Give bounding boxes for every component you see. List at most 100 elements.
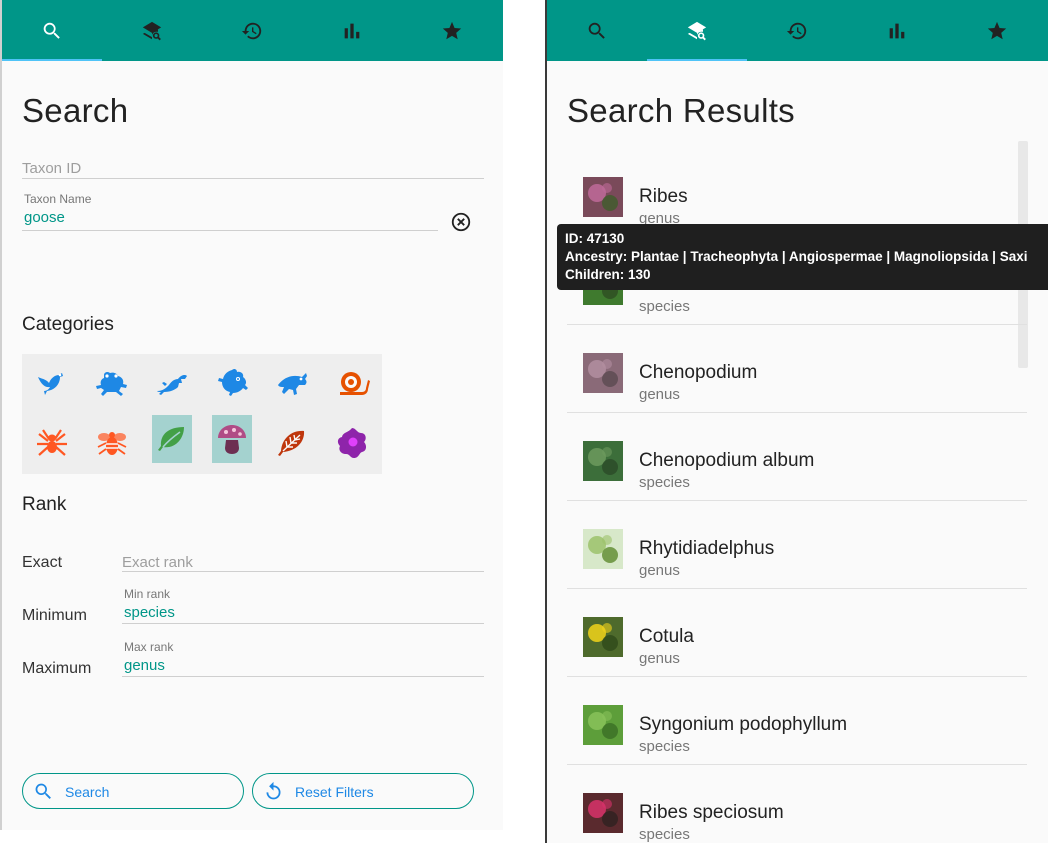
tooltip-id: ID: 47130	[565, 231, 625, 246]
search-icon	[588, 22, 605, 39]
result-item[interactable]: Syngonium podophyllum species	[567, 677, 1027, 765]
layered-search-icon	[687, 21, 707, 40]
layered-search-icon	[142, 21, 162, 40]
taxon-thumbnail	[583, 353, 623, 393]
spider-icon	[37, 429, 67, 456]
result-rank: species	[639, 738, 690, 755]
tab-search-results[interactable]	[102, 0, 202, 61]
taxon-id-underline	[22, 178, 484, 179]
tab-search[interactable]	[2, 0, 102, 61]
tab-favorites[interactable]	[947, 0, 1047, 61]
category-mammals[interactable]	[212, 359, 252, 407]
min-rank-label: Minimum	[22, 607, 87, 624]
result-rank: genus	[639, 386, 680, 403]
exact-rank-label: Exact	[22, 554, 63, 571]
history-icon	[786, 22, 807, 39]
category-grid	[22, 354, 382, 474]
taxon-thumbnail	[583, 705, 623, 745]
result-rank: genus	[639, 650, 680, 667]
category-mollusks[interactable]	[332, 359, 372, 407]
taxon-name-underline	[22, 230, 438, 231]
result-name: Chenopodium	[639, 362, 758, 383]
category-arachnids[interactable]	[32, 419, 72, 467]
tab-bar	[2, 0, 503, 61]
max-rank-field-label: Max rank	[124, 640, 174, 654]
frog-icon	[96, 371, 127, 396]
result-name: Ribes	[639, 186, 688, 207]
result-item[interactable]: Ribes speciosum species	[567, 765, 1027, 843]
reset-filters-button[interactable]: Reset Filters	[252, 773, 474, 809]
page-title: Search	[22, 92, 129, 129]
taxon-name-field[interactable]: Taxon Name goose	[22, 192, 438, 232]
categories-heading: Categories	[22, 314, 114, 335]
taxon-name-label: Taxon Name	[24, 192, 92, 206]
category-plants[interactable]	[152, 415, 192, 463]
category-amphibians[interactable]	[92, 359, 132, 407]
result-name: Syngonium podophyllum	[639, 714, 848, 735]
tab-statistics[interactable]	[847, 0, 947, 61]
category-chromista[interactable]	[272, 419, 312, 467]
tab-statistics[interactable]	[302, 0, 402, 61]
tab-favorites[interactable]	[402, 0, 502, 61]
page-title: Search Results	[567, 92, 795, 129]
history-icon	[241, 22, 262, 39]
category-insects[interactable]	[92, 419, 132, 467]
bar-chart-icon	[344, 23, 360, 38]
kelp-icon	[278, 430, 305, 456]
result-rank: genus	[639, 562, 680, 579]
exact-rank-field[interactable]: Exact rank	[122, 552, 484, 574]
min-rank-underline	[122, 623, 484, 624]
screen-gap	[503, 0, 545, 843]
reset-icon	[266, 781, 281, 800]
amoeba-icon	[337, 428, 367, 458]
result-name: Chenopodium album	[639, 450, 815, 471]
clear-taxon-name-button[interactable]	[450, 211, 472, 233]
search-screen: Search Taxon ID Taxon Name goose Categor…	[0, 0, 503, 830]
min-rank-value: species	[124, 604, 175, 621]
result-item[interactable]: Chenopodium genus	[567, 325, 1027, 413]
result-rank: species	[639, 298, 690, 315]
min-rank-field[interactable]: Min rank species	[122, 587, 484, 627]
reset-filters-label: Reset Filters	[295, 784, 374, 800]
mushroom-icon	[218, 425, 246, 454]
tab-search-results[interactable]	[647, 0, 747, 61]
result-item[interactable]: Cotula genus	[567, 589, 1027, 677]
search-button[interactable]: Search	[22, 773, 244, 809]
exact-rank-underline	[122, 571, 484, 572]
category-fungi[interactable]	[212, 415, 252, 463]
search-button-label: Search	[65, 784, 110, 800]
taxon-id-field[interactable]: Taxon ID	[22, 158, 484, 180]
taxon-thumbnail	[583, 441, 623, 481]
search-icon	[43, 22, 60, 39]
max-rank-label: Maximum	[22, 660, 92, 677]
max-rank-field[interactable]: Max rank genus	[122, 640, 484, 680]
tab-bar	[547, 0, 1048, 61]
result-item[interactable]: Chenopodium album species	[567, 413, 1027, 501]
mammal-icon	[218, 368, 248, 396]
category-protozoa[interactable]	[332, 419, 372, 467]
tooltip-ancestry: Ancestry: Plantae | Tracheophyta | Angio…	[565, 249, 1028, 264]
bee-icon	[97, 432, 127, 455]
taxon-tooltip: ID: 47130 Ancestry: Plantae | Tracheophy…	[557, 224, 1048, 290]
result-rank: species	[639, 826, 690, 843]
bar-chart-icon	[889, 23, 905, 38]
tab-history[interactable]	[202, 0, 302, 61]
snail-icon	[340, 372, 370, 395]
result-item[interactable]: Rhytidiadelphus genus	[567, 501, 1027, 589]
category-birds[interactable]	[32, 359, 72, 407]
taxon-thumbnail	[583, 617, 623, 657]
taxon-thumbnail	[583, 793, 623, 833]
tab-search[interactable]	[547, 0, 647, 61]
max-rank-value: genus	[124, 657, 165, 674]
taxon-thumbnail	[583, 177, 623, 217]
taxon-name-value: goose	[24, 209, 65, 226]
result-name: Ribes speciosum	[639, 802, 784, 823]
star-icon	[442, 21, 462, 39]
tab-history[interactable]	[747, 0, 847, 61]
category-reptiles[interactable]	[152, 359, 192, 407]
taxon-id-placeholder: Taxon ID	[22, 160, 82, 177]
result-name: Cotula	[639, 626, 694, 647]
lizard-icon	[157, 375, 187, 395]
max-rank-underline	[122, 676, 484, 677]
category-fish[interactable]	[272, 359, 312, 407]
